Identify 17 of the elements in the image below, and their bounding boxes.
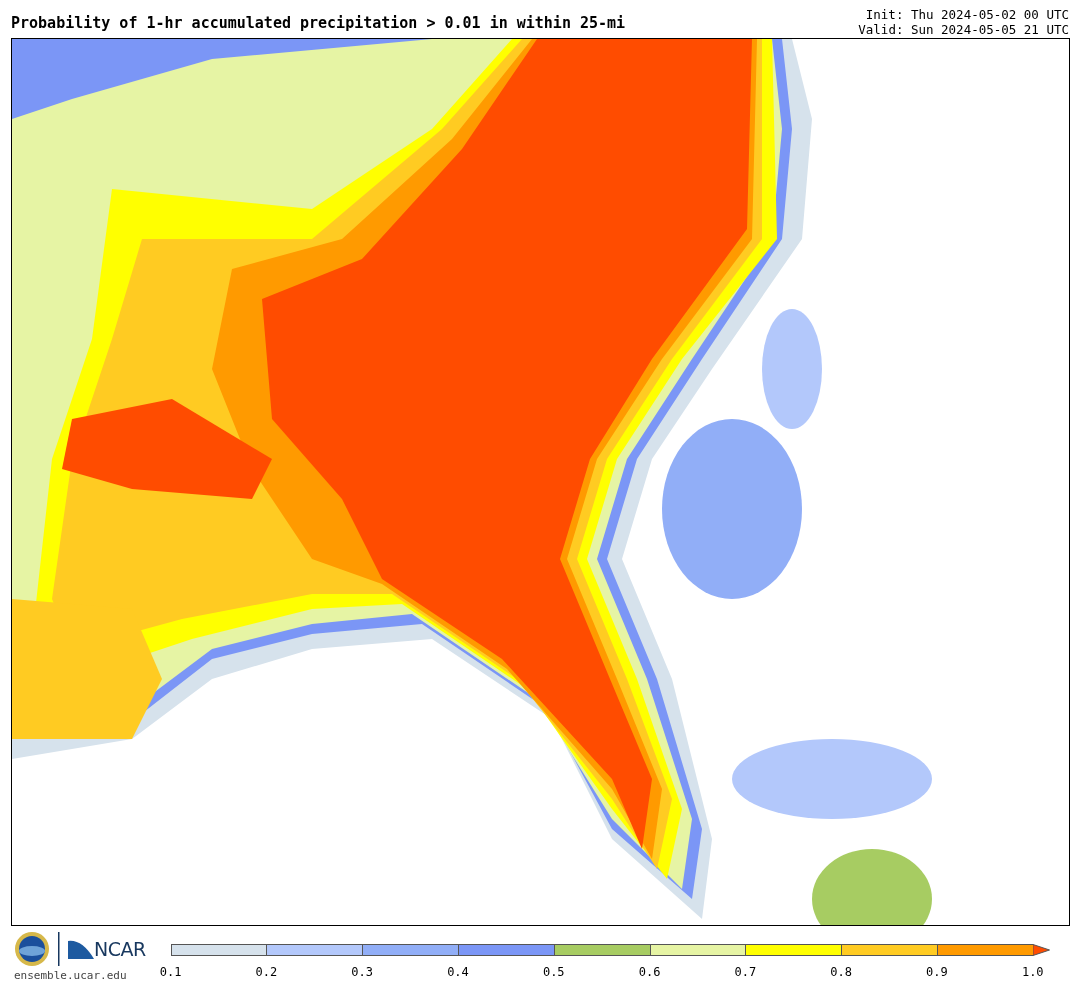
tick-label: 0.3 [350,964,374,981]
run-info-text: Init: Thu 2024-05-02 00 UTC [864,7,1069,22]
tick-label: 0.6 [637,964,662,981]
chart-title: Probability of 1-hr accumulated precipitation > 0.01 in within 25-mi [11,13,626,34]
nsf-logo-icon [14,931,50,967]
tick-label: 0.5 [541,964,566,981]
logo-divider [58,932,60,966]
tick-label: 0.2 [254,964,279,981]
run-info-text: Valid: Sun 2024-05-05 21 UTC [858,22,1069,37]
tick-label: 1.0 [1020,964,1045,981]
logo-text: NCAR [94,936,146,962]
tick-label: 0.7 [733,964,758,981]
tick-label: 0.8 [829,964,853,981]
tick-label: 0.4 [446,964,470,981]
ncar-logo-icon [68,939,94,959]
tick-label: 0.9 [925,964,949,981]
website-text: ensemble.ucar.edu [14,968,128,984]
